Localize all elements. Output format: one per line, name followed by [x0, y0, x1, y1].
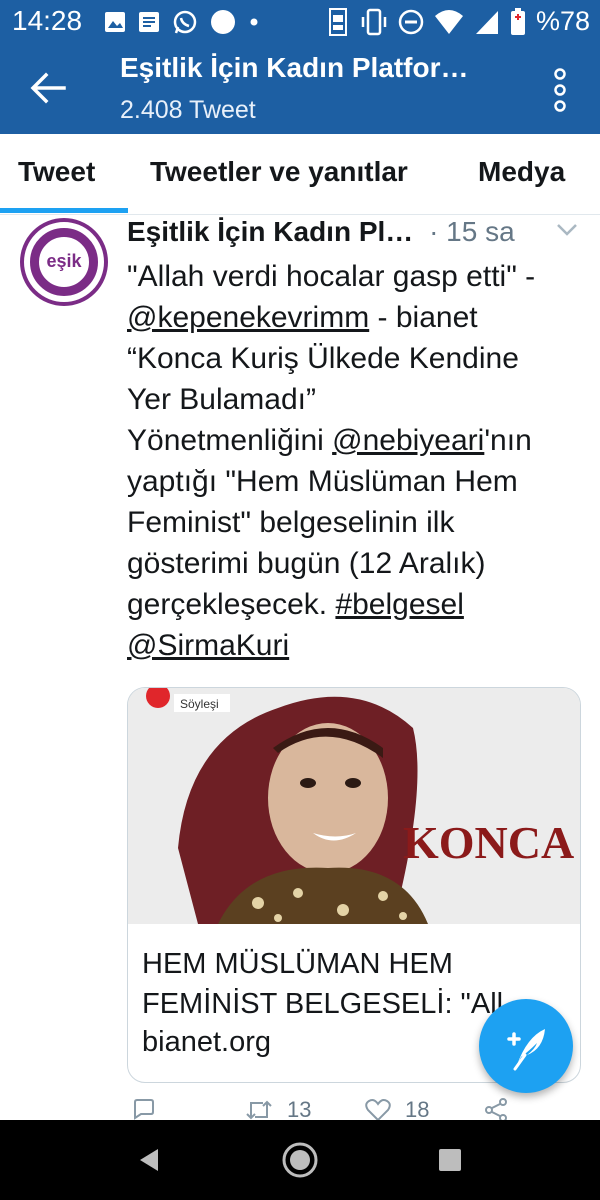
- tweet-text-line: Feminist" belgeselinin ilk: [127, 506, 455, 539]
- system-nav-bar: [0, 1120, 600, 1200]
- avatar-logo: eşik: [30, 228, 98, 296]
- card-image-badge: Söyleşi: [180, 697, 219, 711]
- reply-button[interactable]: [131, 1098, 171, 1122]
- card-image-caption: KONCA: [403, 817, 574, 868]
- status-bar: 14:28 %78: [0, 0, 600, 44]
- dnd-icon: [398, 9, 424, 34]
- compose-tweet-button[interactable]: [479, 999, 573, 1093]
- tweet-text-line: Yönetmenliğini @nebiyeari'nın: [127, 424, 532, 457]
- tweet-text-line: “Konca Kuriş Ülkede Kendine: [127, 342, 519, 375]
- battery-percent: %78: [535, 6, 590, 36]
- signal-icon: [475, 10, 498, 34]
- tweet-time: · 15 sa: [429, 216, 515, 247]
- tab-tweets-and-replies[interactable]: Tweetler ve yanıtlar: [150, 156, 408, 188]
- volte-icon: [328, 7, 347, 36]
- profile-tabs: Tweet Tweetler ve yanıtlar Medya: [0, 134, 600, 215]
- image-icon: [105, 12, 125, 32]
- tab-tweets[interactable]: Tweet: [18, 156, 110, 188]
- tab-media[interactable]: Medya: [478, 156, 565, 188]
- tweet-text-line: gösterimi bugün (12 Aralık): [127, 547, 486, 580]
- mention-link[interactable]: @kepenekevrimm: [127, 301, 369, 334]
- wifi-icon: [434, 9, 463, 34]
- chevron-down-icon[interactable]: [556, 222, 578, 238]
- app-bar: Eşitlik İçin Kadın Platfor… 2.408 Tweet: [0, 44, 600, 134]
- retweet-button[interactable]: 13: [245, 1097, 311, 1122]
- nav-back-icon[interactable]: [136, 1147, 162, 1173]
- profile-title: Eşitlik İçin Kadın Platfor…: [120, 52, 469, 83]
- whatsapp-icon: [173, 10, 197, 34]
- card-title-line: HEM MÜSLÜMAN HEM: [142, 948, 453, 980]
- card-image: Söyleşi KONCA: [128, 688, 580, 924]
- compose-feather-icon: [507, 1029, 545, 1071]
- tweet-text-line: yaptığı "Hem Müslüman Hem: [127, 465, 518, 498]
- tweet-text-line: gerçekleşecek. #belgesel: [127, 588, 464, 621]
- share-button[interactable]: [483, 1098, 509, 1122]
- heart-icon: [365, 1099, 391, 1122]
- more-vert-icon[interactable]: [552, 68, 568, 112]
- avatar[interactable]: eşik: [20, 218, 108, 306]
- circle-icon: [211, 10, 235, 34]
- hashtag-link[interactable]: #belgesel: [335, 588, 463, 621]
- tweet-header: Eşitlik İçin Kadın Pl… · 15 sa: [127, 216, 557, 252]
- like-button[interactable]: 18: [365, 1097, 429, 1122]
- nav-recents-icon[interactable]: [438, 1148, 462, 1172]
- retweet-icon: [246, 1100, 272, 1120]
- author-name[interactable]: Eşitlik İçin Kadın Pl…: [127, 216, 413, 247]
- reply-icon: [134, 1099, 154, 1120]
- avatar-logo-text: eşik: [46, 251, 82, 271]
- dot-icon: [250, 18, 258, 26]
- tweet-text-line: @kepenekevrimm - bianet: [127, 301, 478, 334]
- status-icons-right: %78: [326, 6, 590, 37]
- battery-icon: [510, 7, 525, 35]
- mention-link[interactable]: @SirmaKuri: [127, 629, 289, 662]
- tweet-text-line: Yer Bulamadı”: [127, 383, 316, 416]
- message-icon: [139, 12, 159, 32]
- status-icons-left: [104, 9, 260, 35]
- tweet-text-line: @SirmaKuri: [127, 625, 587, 666]
- card-photo: Söyleşi KONCA: [128, 688, 580, 924]
- nav-home-icon[interactable]: [282, 1142, 318, 1178]
- share-icon: [485, 1098, 507, 1122]
- card-domain: bianet.org: [142, 1026, 271, 1058]
- active-tab-indicator: [0, 208, 128, 213]
- back-arrow-icon[interactable]: [28, 70, 68, 106]
- tweet-text: "Allah verdi hocalar gasp etti" - @kepen…: [127, 256, 587, 666]
- mention-link[interactable]: @nebiyeari: [332, 424, 484, 457]
- vibrate-icon: [361, 8, 387, 35]
- tweet-text-line: "Allah verdi hocalar gasp etti" -: [127, 260, 536, 293]
- tweet-count: 2.408 Tweet: [120, 96, 256, 124]
- status-time: 14:28: [12, 5, 83, 36]
